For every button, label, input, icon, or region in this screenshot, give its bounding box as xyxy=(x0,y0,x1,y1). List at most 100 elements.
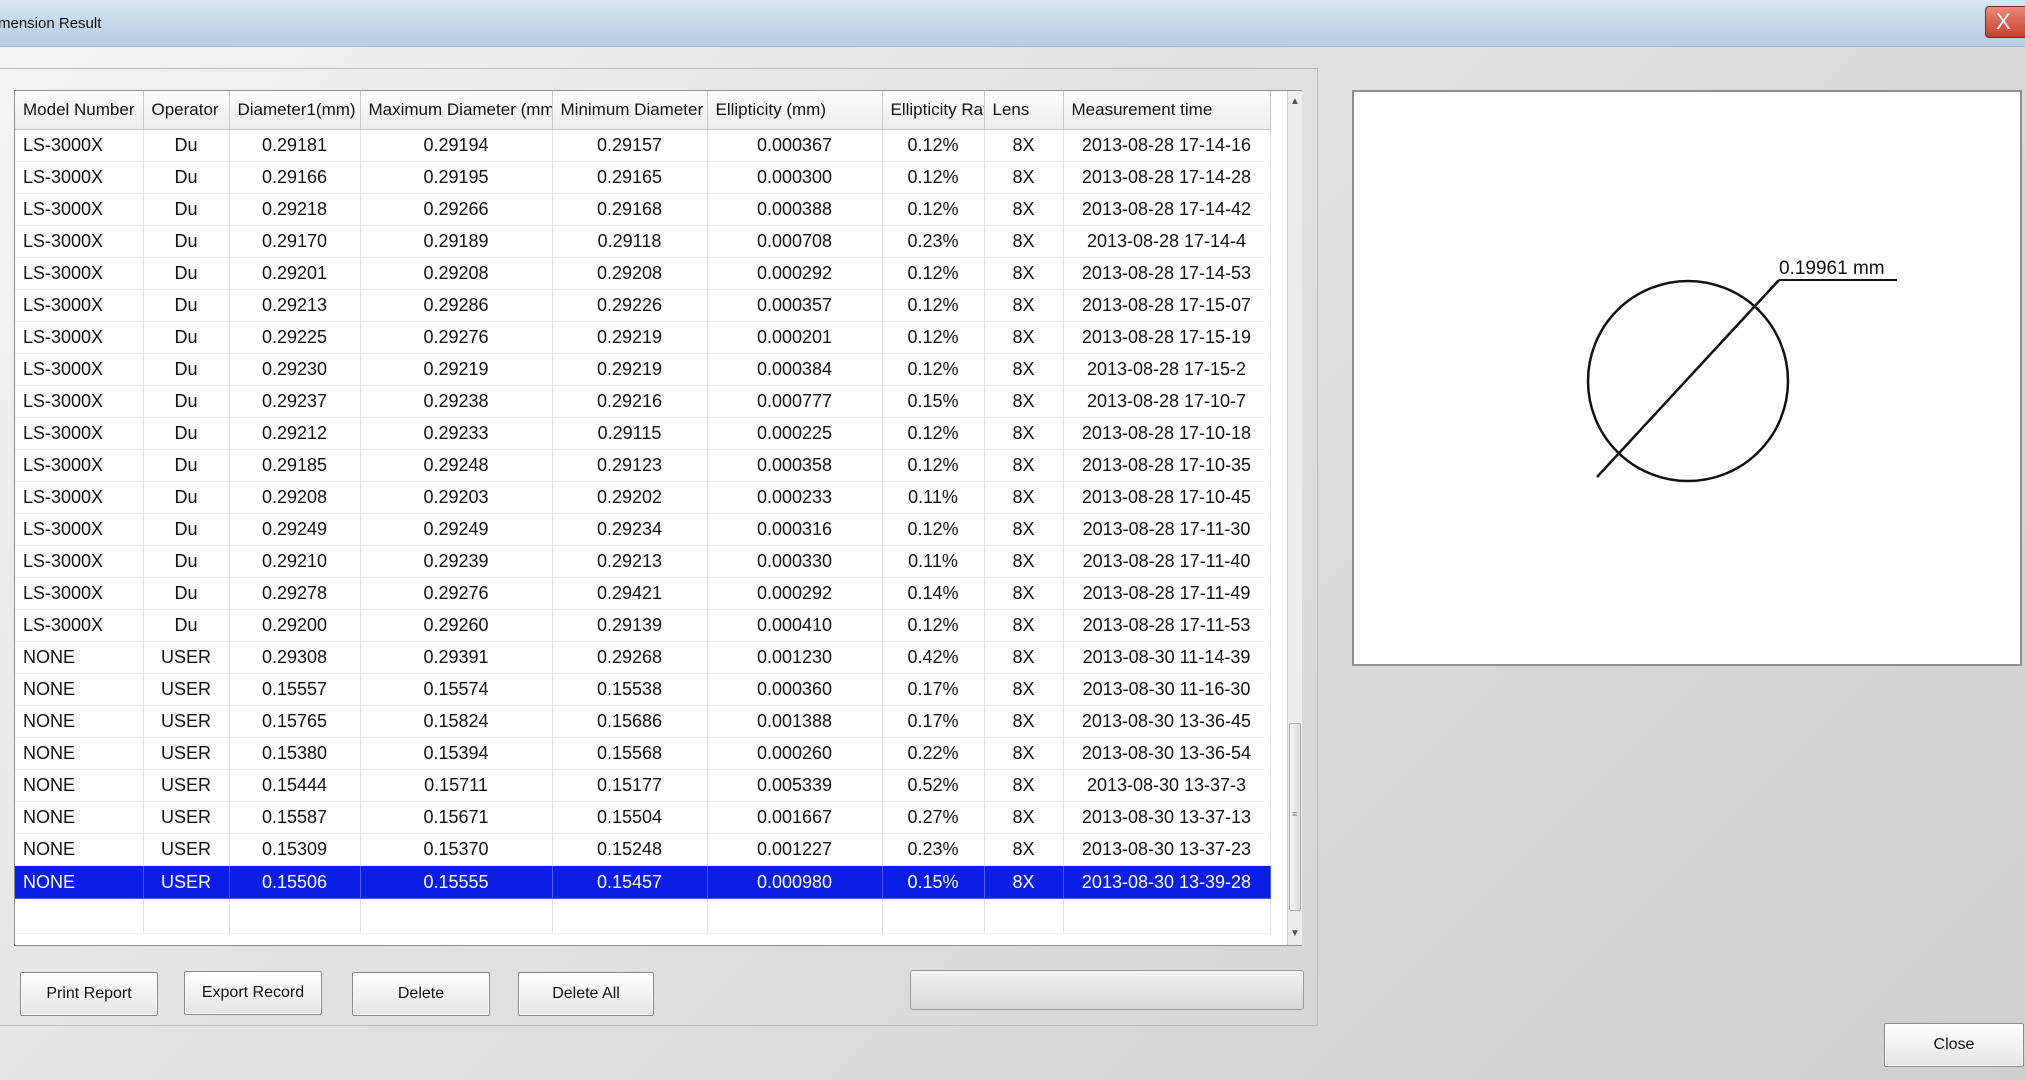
table-cell: 2013-08-28 17-14-53 xyxy=(1063,257,1271,290)
delete-all-button[interactable]: Delete All xyxy=(518,972,654,1016)
table-cell: 0.29208 xyxy=(552,257,708,290)
table-cell: LS-3000X xyxy=(15,545,144,578)
table-cell: 0.15711 xyxy=(360,769,553,802)
table-row[interactable]: LS-3000X Du 0.29225 0.29276 0.29219 0.000201 0… xyxy=(15,321,1271,354)
table-cell: 0.000292 xyxy=(707,577,883,610)
table-row[interactable]: NONE USER 0.29308 0.29391 0.29268 0.001230 0.4… xyxy=(15,641,1271,674)
column-header[interactable]: Lens xyxy=(984,91,1064,130)
table-cell: 8X xyxy=(984,481,1064,514)
grid-vertical-scrollbar[interactable]: ▲ ≡ ▼ xyxy=(1287,91,1302,945)
table-cell: Du xyxy=(143,449,230,482)
table-cell: USER xyxy=(143,705,230,738)
close-button[interactable]: Close xyxy=(1884,1023,2024,1067)
table-row[interactable]: LS-3000X Du 0.29181 0.29194 0.29157 0.000367 0… xyxy=(15,129,1271,162)
table-cell: 0.15506 xyxy=(229,865,361,899)
table-row[interactable]: NONE USER 0.15380 0.15394 0.15568 0.000260 0.2… xyxy=(15,737,1271,770)
table-cell: 2013-08-28 17-10-7 xyxy=(1063,385,1271,418)
table-row[interactable]: LS-3000X Du 0.29201 0.29208 0.29208 0.000292 0… xyxy=(15,257,1271,290)
table-row[interactable]: LS-3000X Du 0.29278 0.29276 0.29421 0.000292 0… xyxy=(15,577,1271,610)
table-cell: 2013-08-28 17-14-42 xyxy=(1063,193,1271,226)
table-row[interactable]: LS-3000X Du 0.29218 0.29266 0.29168 0.000388 0… xyxy=(15,193,1271,226)
table-cell: 0.29268 xyxy=(552,641,708,674)
table-cell: NONE xyxy=(15,641,144,674)
table-cell: Du xyxy=(143,161,230,194)
table-row[interactable]: NONE USER 0.15309 0.15370 0.15248 0.001227 0.2… xyxy=(15,833,1271,866)
table-row[interactable]: NONE USER 0.15444 0.15711 0.15177 0.005339 0.5… xyxy=(15,769,1271,802)
table-cell: 0.29234 xyxy=(552,513,708,546)
table-row[interactable]: NONE USER 0.15587 0.15671 0.15504 0.001667 0.2… xyxy=(15,801,1271,834)
empty-cell xyxy=(15,898,144,934)
column-header[interactable]: Diameter1(mm) xyxy=(229,91,361,130)
table-cell: 0.29194 xyxy=(360,129,553,162)
table-row[interactable]: NONE USER 0.15557 0.15574 0.15538 0.000360 0.1… xyxy=(15,673,1271,706)
column-header[interactable]: Ellipticity Ratio (%) xyxy=(882,91,985,130)
table-cell: 8X xyxy=(984,417,1064,450)
table-cell: 0.001230 xyxy=(707,641,883,674)
table-cell: 0.15% xyxy=(882,385,985,418)
column-header[interactable]: Measurement time xyxy=(1063,91,1271,130)
table-cell: 0.23% xyxy=(882,225,985,258)
table-cell: 0.29249 xyxy=(229,513,361,546)
table-cell: 0.000360 xyxy=(707,673,883,706)
table-cell: 0.29276 xyxy=(360,577,553,610)
table-cell: 0.000201 xyxy=(707,321,883,354)
delete-button[interactable]: Delete xyxy=(352,972,490,1016)
table-row[interactable]: NONE USER 0.15506 0.15555 0.15457 0.000980 0.1… xyxy=(15,865,1271,899)
table-cell: 0.15671 xyxy=(360,801,553,834)
table-cell: 0.29391 xyxy=(360,641,553,674)
window-close-button[interactable]: X xyxy=(1985,6,2025,38)
table-cell: 0.29216 xyxy=(552,385,708,418)
column-header[interactable]: Model Number xyxy=(15,91,144,130)
table-row[interactable]: LS-3000X Du 0.29208 0.29203 0.29202 0.000233 0… xyxy=(15,481,1271,514)
title-bar: mension Result X xyxy=(0,0,2025,47)
table-cell: Du xyxy=(143,545,230,578)
table-cell: 0.12% xyxy=(882,129,985,162)
scroll-down-arrow-icon[interactable]: ▼ xyxy=(1288,923,1302,945)
table-row[interactable]: LS-3000X Du 0.29185 0.29248 0.29123 0.000358 0… xyxy=(15,449,1271,482)
scroll-up-arrow-icon[interactable]: ▲ xyxy=(1288,91,1302,113)
export-record-button[interactable]: Export Record xyxy=(184,971,322,1015)
print-report-button[interactable]: Print Report xyxy=(20,972,158,1016)
table-cell: NONE xyxy=(15,737,144,770)
table-cell: 8X xyxy=(984,545,1064,578)
table-row[interactable]: NONE USER 0.15765 0.15824 0.15686 0.001388 0.1… xyxy=(15,705,1271,738)
progress-bar xyxy=(910,970,1304,1010)
column-header[interactable]: Operator xyxy=(143,91,230,130)
column-header[interactable]: Ellipticity (mm) xyxy=(707,91,883,130)
table-cell: Du xyxy=(143,577,230,610)
table-cell: 8X xyxy=(984,225,1064,258)
table-cell: 2013-08-30 13-37-13 xyxy=(1063,801,1271,834)
column-header[interactable]: Maximum Diameter (mm) xyxy=(360,91,553,130)
table-cell: 0.29208 xyxy=(360,257,553,290)
table-cell: 0.29139 xyxy=(552,609,708,642)
table-cell: 0.12% xyxy=(882,513,985,546)
table-cell: USER xyxy=(143,833,230,866)
table-cell: Du xyxy=(143,225,230,258)
table-cell: 8X xyxy=(984,289,1064,322)
table-row[interactable]: LS-3000X Du 0.29213 0.29286 0.29226 0.000357 0… xyxy=(15,289,1271,322)
table-row[interactable]: LS-3000X Du 0.29249 0.29249 0.29234 0.000316 0… xyxy=(15,513,1271,546)
table-cell: 0.000777 xyxy=(707,385,883,418)
scrollbar-thumb[interactable]: ≡ xyxy=(1289,723,1301,911)
table-cell: 0.11% xyxy=(882,545,985,578)
table-row[interactable]: LS-3000X Du 0.29237 0.29238 0.29216 0.000777 0… xyxy=(15,385,1271,418)
table-cell: Du xyxy=(143,609,230,642)
table-cell: USER xyxy=(143,673,230,706)
table-row[interactable]: LS-3000X Du 0.29212 0.29233 0.29115 0.000225 0… xyxy=(15,417,1271,450)
table-cell: 8X xyxy=(984,385,1064,418)
table-cell: 0.15380 xyxy=(229,737,361,770)
table-cell: 2013-08-28 17-11-40 xyxy=(1063,545,1271,578)
table-cell: 0.29210 xyxy=(229,545,361,578)
table-row[interactable]: LS-3000X Du 0.29200 0.29260 0.29139 0.000410 0… xyxy=(15,609,1271,642)
column-header[interactable]: Minimum Diameter (mm) xyxy=(552,91,708,130)
table-cell: 0.29276 xyxy=(360,321,553,354)
table-row[interactable]: LS-3000X Du 0.29170 0.29189 0.29118 0.000708 0… xyxy=(15,225,1271,258)
table-cell: LS-3000X xyxy=(15,577,144,610)
table-cell: 0.15568 xyxy=(552,737,708,770)
table-cell: 0.29218 xyxy=(229,193,361,226)
results-grid[interactable]: Model Number Operator Diameter1(mm) Maximum… xyxy=(14,90,1302,946)
table-row[interactable]: LS-3000X Du 0.29166 0.29195 0.29165 0.000300 0… xyxy=(15,161,1271,194)
table-row[interactable]: LS-3000X Du 0.29210 0.29239 0.29213 0.000330 0… xyxy=(15,545,1271,578)
table-cell: 0.29226 xyxy=(552,289,708,322)
table-row[interactable]: LS-3000X Du 0.29230 0.29219 0.29219 0.000384 0… xyxy=(15,353,1271,386)
